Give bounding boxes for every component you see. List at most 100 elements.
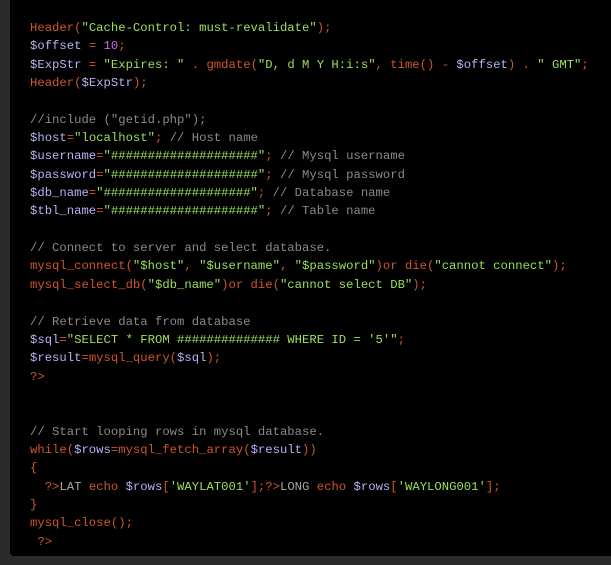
code-line: mysql_select_db("$db_name")or die("canno… xyxy=(30,276,589,294)
code-token: ; xyxy=(581,57,589,72)
code-line: // Retrieve data from database xyxy=(30,313,589,331)
code-token: // Host name xyxy=(169,131,258,146)
code-token: while( xyxy=(30,442,75,457)
code-token: "$host" xyxy=(132,259,185,274)
code-token: )or die( xyxy=(375,259,435,274)
code-line: $username="####################"; // Mys… xyxy=(30,147,589,165)
code-token: mysql_close(); xyxy=(30,516,133,531)
code-token: ?> xyxy=(30,369,45,384)
code-line: $db_name="####################"; // Data… xyxy=(30,184,589,202)
code-token: "Expires: " xyxy=(103,57,185,72)
code-token: "$db_name" xyxy=(147,277,222,292)
code-token: $offset xyxy=(456,57,508,72)
code-token: Header( xyxy=(30,76,82,91)
code-token: $db_name xyxy=(30,186,89,201)
code-line: // Connect to server and select database… xyxy=(30,239,589,257)
code-line: Header("Cache-Control: must-revalidate")… xyxy=(30,19,589,37)
code-token: // Table name xyxy=(279,204,376,219)
code-token: ; xyxy=(257,186,273,201)
code-line: $tbl_name="####################"; // Tab… xyxy=(30,202,589,220)
code-token: = xyxy=(96,167,104,182)
code-token: ];?> xyxy=(250,479,280,494)
code-token: $result xyxy=(30,351,82,366)
code-token: // Start looping rows in mysql database. xyxy=(30,424,325,439)
code-token: ?> xyxy=(30,534,53,549)
code-token: ; xyxy=(265,149,280,164)
code-token: "$password" xyxy=(294,259,376,274)
code-token: 10 xyxy=(103,39,119,54)
code-token: "SELECT * FROM ############## WHERE ID =… xyxy=(66,332,398,347)
php-code: Header("Cache-Control: must-revalidate")… xyxy=(30,19,589,551)
code-token: [ xyxy=(162,479,170,494)
code-token: ; xyxy=(265,167,280,182)
code-line: $sql="SELECT * FROM ############## WHERE… xyxy=(30,331,589,349)
code-token: ; xyxy=(155,131,170,146)
code-token: "####################" xyxy=(103,167,266,182)
code-token: = xyxy=(96,204,104,219)
code-token: ); xyxy=(206,351,222,366)
code-line: while($rows=mysql_fetch_array($result)) xyxy=(30,441,589,459)
code-token: ; xyxy=(265,204,280,219)
code-token: Header( xyxy=(30,21,82,35)
code-line: mysql_close(); xyxy=(30,514,589,532)
code-token: } xyxy=(30,497,38,512)
code-token: $result xyxy=(250,442,303,457)
code-token: = xyxy=(96,149,104,164)
code-token: "####################" xyxy=(103,149,266,164)
code-line: $result=mysql_query($sql); xyxy=(30,349,589,367)
code-token: = xyxy=(81,57,104,72)
code-token: // Connect to server and select database… xyxy=(30,241,332,256)
code-token: // Mysql username xyxy=(279,149,405,164)
code-token: "cannot connect" xyxy=(434,259,552,274)
code-line: mysql_connect("$host", "$username", "$pa… xyxy=(30,257,589,275)
code-token: ?> xyxy=(30,479,60,494)
code-token: ; xyxy=(397,332,405,347)
code-token: 'WAYLONG001' xyxy=(397,479,486,494)
code-token: mysql_connect( xyxy=(30,259,133,274)
code-token: "cannot select DB" xyxy=(279,277,413,292)
code-token: $ExpStr xyxy=(30,57,82,72)
code-line: Header($ExpStr); xyxy=(30,74,589,92)
code-line: $host="localhost"; // Host name xyxy=(30,129,589,147)
code-line: // Start looping rows in mysql database. xyxy=(30,423,589,441)
code-token: $sql xyxy=(30,332,60,347)
code-token: $sql xyxy=(177,351,207,366)
code-token: $rows xyxy=(353,479,391,494)
code-token: = xyxy=(59,332,67,347)
code-token: echo xyxy=(316,479,354,494)
code-token: $rows xyxy=(74,442,111,457)
code-token: ); xyxy=(316,21,332,35)
code-line: $offset = 10; xyxy=(30,37,589,55)
code-token: "####################" xyxy=(103,204,266,219)
code-token: echo xyxy=(88,479,126,494)
code-token: ) . xyxy=(507,57,538,72)
code-token: ); xyxy=(551,259,567,274)
code-token: , time() - xyxy=(375,57,457,72)
code-token: 'WAYLAT001' xyxy=(169,479,251,494)
code-token: , xyxy=(184,259,200,274)
code-token: LONG xyxy=(279,479,317,494)
code-token: // Database name xyxy=(272,186,391,201)
code-line: $ExpStr = "Expires: " . gmdate("D, d M Y… xyxy=(30,56,589,74)
code-line: { xyxy=(30,459,589,477)
code-token: $offset xyxy=(30,39,82,54)
code-token: ); xyxy=(412,277,427,292)
code-token: )or die( xyxy=(221,277,280,292)
code-token: $tbl_name xyxy=(30,204,97,219)
code-token: "localhost" xyxy=(74,131,155,146)
code-token: //include ("getid.php"); xyxy=(30,112,207,127)
code-token: $rows xyxy=(125,479,163,494)
code-token: "####################" xyxy=(96,186,258,201)
code-token: "Cache-Control: must-revalidate" xyxy=(81,21,317,35)
code-token: ; xyxy=(118,39,126,54)
code-token: =mysql_query( xyxy=(81,351,178,366)
code-token: { xyxy=(30,461,38,476)
code-token: = xyxy=(81,39,104,54)
code-line: $password="####################"; // Mys… xyxy=(30,166,589,184)
code-token: ); xyxy=(132,76,148,91)
code-token: [ xyxy=(390,479,398,494)
